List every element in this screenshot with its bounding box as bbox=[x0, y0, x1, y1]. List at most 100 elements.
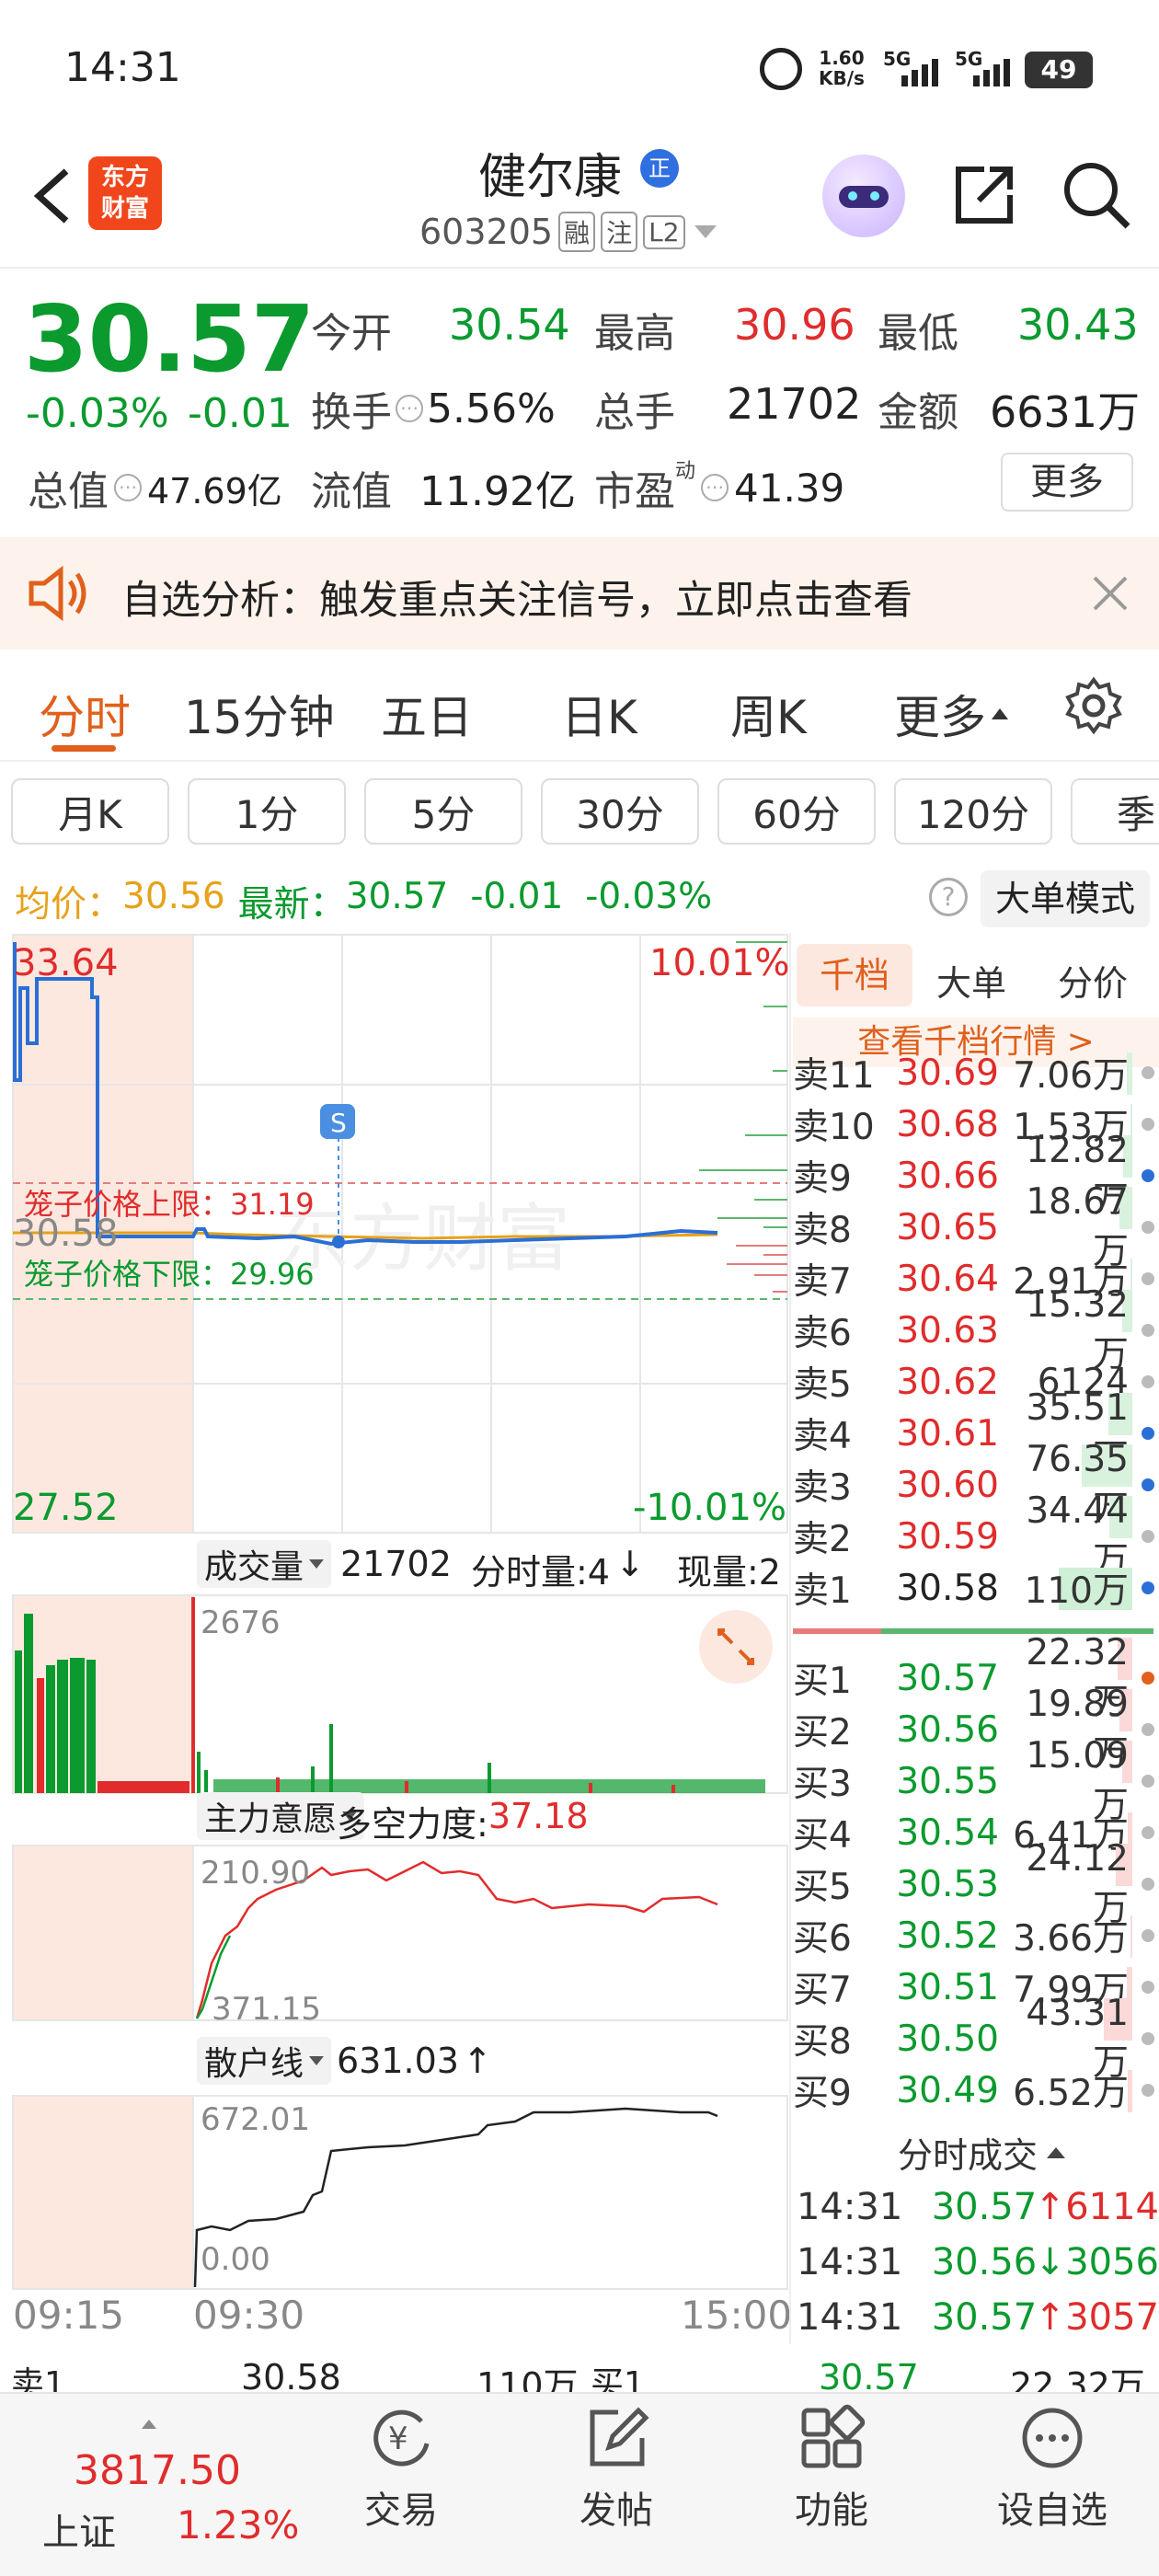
volume-label: 总手 bbox=[594, 389, 675, 436]
change-pct: -0.03% bbox=[26, 390, 169, 437]
high-value: 30.96 bbox=[734, 300, 855, 350]
ask-price: 30.60 bbox=[896, 1464, 999, 1506]
bid-row[interactable]: 买8 30.50 43.31万 bbox=[793, 1993, 1159, 2084]
ticks-title: 分时成交 bbox=[898, 2135, 1039, 2176]
mcap-row: 总值 ⋯ 47.69亿 bbox=[28, 458, 282, 517]
nav-post[interactable]: 发帖 bbox=[524, 2401, 708, 2534]
ask-level-label: 卖7 bbox=[793, 1261, 852, 1303]
order-marker-dot bbox=[1142, 1581, 1154, 1594]
turnover-row: 换手 ⋯ 5.56% bbox=[311, 379, 556, 438]
volume-total: 21702 bbox=[340, 1544, 452, 1584]
ask-row[interactable]: 卖2 30.59 34.44万 bbox=[793, 1490, 1159, 1581]
retail-value: 631.03 bbox=[337, 2041, 459, 2081]
ask-volume: 7.06万 bbox=[999, 1047, 1132, 1098]
float-value: 11.92亿 bbox=[419, 468, 576, 515]
subtab-1min[interactable]: 1分 bbox=[188, 778, 346, 845]
stock-name: 健尔康 bbox=[478, 150, 623, 205]
tag-registered: 注 bbox=[601, 212, 638, 252]
low-value: 30.43 bbox=[1017, 300, 1139, 350]
close-icon[interactable] bbox=[1087, 570, 1133, 616]
long-short-label: 多空力度: bbox=[337, 1804, 488, 1845]
intraday-chart[interactable]: 东方财富 S bbox=[0, 933, 791, 2294]
nav-trade-label: 交易 bbox=[364, 2490, 438, 2532]
subtab-monthly-k[interactable]: 月K bbox=[11, 778, 169, 845]
tag-l2: L2 bbox=[643, 214, 685, 249]
subtab-120min[interactable]: 120分 bbox=[894, 778, 1052, 845]
tab-15min[interactable]: 15分钟 bbox=[184, 681, 335, 747]
current-volume: 现量:2 bbox=[677, 1544, 791, 1594]
tab-intraday[interactable]: 分时 bbox=[39, 681, 131, 747]
ask-level-label: 卖1 bbox=[793, 1570, 852, 1612]
ask-row[interactable]: 卖1 30.58 110万 bbox=[793, 1562, 1159, 1614]
search-icon[interactable] bbox=[1060, 158, 1133, 232]
subtab-60min[interactable]: 60分 bbox=[717, 778, 876, 845]
latest-change-pct: -0.03% bbox=[585, 876, 713, 917]
tick-volume-arrow: ↓ bbox=[614, 1544, 645, 1584]
more-button[interactable]: 更多 bbox=[1001, 453, 1133, 512]
subtab-quarterly[interactable]: 季 bbox=[1071, 778, 1159, 845]
divider bbox=[0, 267, 1159, 269]
robot-assistant-icon[interactable] bbox=[822, 155, 905, 237]
time-end: 15:00 bbox=[681, 2293, 793, 2338]
orderbook-tab-large[interactable]: 大单 bbox=[936, 955, 1006, 1006]
chart-bottom-price: 27.52 bbox=[13, 1487, 119, 1529]
bid-price: 30.57 bbox=[896, 1657, 999, 1699]
bid-row[interactable]: 买3 30.55 15.09万 bbox=[793, 1735, 1159, 1826]
bid-volume-text: 6.52万 bbox=[1013, 2073, 1129, 2114]
alert-text[interactable]: 自选分析：触发重点关注信号，立即点击查看 bbox=[121, 569, 912, 626]
help-icon[interactable]: ? bbox=[929, 878, 968, 916]
tab-more[interactable]: 更多 bbox=[894, 681, 1008, 747]
tab-5day[interactable]: 五日 bbox=[381, 681, 473, 747]
bid-price: 30.53 bbox=[896, 1863, 999, 1905]
chevron-up-icon bbox=[142, 2420, 156, 2429]
orderbook-tab-price[interactable]: 分价 bbox=[1058, 955, 1128, 1006]
retail-line-select[interactable]: 散户线 bbox=[197, 2037, 332, 2085]
ask-row[interactable]: 卖11 30.69 7.06万 bbox=[793, 1047, 1159, 1098]
order-marker-dot bbox=[1142, 2032, 1154, 2045]
stock-code-row[interactable]: 603205 融 注 L2 bbox=[419, 208, 717, 256]
ask-price: 30.62 bbox=[896, 1361, 999, 1403]
divider bbox=[0, 760, 1159, 762]
speed-unit: KB/s bbox=[819, 67, 865, 89]
order-marker-dot bbox=[1142, 1530, 1154, 1543]
premarket-shade bbox=[13, 2096, 193, 2289]
retail-line-label: 散户线 bbox=[204, 2045, 304, 2083]
large-order-mode-button[interactable]: 大单模式 bbox=[981, 870, 1150, 927]
index-ticker[interactable]: 3817.50 上证 1.23% bbox=[28, 2420, 322, 2558]
order-marker-dot bbox=[1142, 1723, 1154, 1736]
subtab-5min[interactable]: 5分 bbox=[364, 778, 522, 845]
bid-row[interactable]: 买6 30.52 3.66万 bbox=[793, 1910, 1159, 1961]
volume-bar bbox=[1130, 1915, 1132, 1958]
nav-trade[interactable]: ¥ 交易 bbox=[309, 2401, 493, 2534]
bid-level-label: 买2 bbox=[793, 1712, 852, 1754]
volume-indicator-label: 成交量 bbox=[204, 1548, 304, 1586]
ask-row[interactable]: 卖8 30.65 18.67万 bbox=[793, 1181, 1159, 1272]
back-icon[interactable] bbox=[28, 164, 83, 228]
nav-functions[interactable]: 功能 bbox=[740, 2401, 924, 2534]
ask-volume: 110万 bbox=[999, 1562, 1132, 1614]
bid-level-label: 买4 bbox=[793, 1815, 852, 1857]
tab-daily-k[interactable]: 日K bbox=[561, 681, 637, 747]
bid-price: 30.56 bbox=[896, 1708, 999, 1751]
settings-gear-icon[interactable] bbox=[1063, 675, 1124, 736]
tick-time: 14:31 bbox=[797, 2241, 903, 2283]
time-start: 09:15 bbox=[13, 2293, 125, 2338]
tab-weekly-k[interactable]: 周K bbox=[730, 681, 807, 747]
turnover-value: 5.56% bbox=[427, 385, 556, 432]
tab-more-label: 更多 bbox=[894, 691, 986, 744]
ticks-title-row[interactable]: 分时成交 bbox=[898, 2127, 1066, 2178]
bid-row[interactable]: 买5 30.53 24.12万 bbox=[793, 1838, 1159, 1929]
nav-add-watchlist[interactable]: 设自选 bbox=[960, 2401, 1144, 2534]
logo-line2: 财富 bbox=[100, 195, 149, 223]
share-icon[interactable] bbox=[947, 158, 1021, 232]
retail-min: 0.00 bbox=[201, 2241, 270, 2278]
bid-row[interactable]: 买9 30.49 6.52万 bbox=[793, 2064, 1159, 2116]
expand-icon[interactable] bbox=[699, 1610, 773, 1684]
ask-price: 30.58 bbox=[896, 1567, 999, 1609]
ask-row[interactable]: 卖6 30.63 15.32万 bbox=[793, 1284, 1159, 1375]
low-label: 最低 bbox=[878, 310, 958, 357]
index-pct: 1.23% bbox=[177, 2502, 300, 2547]
subtab-30min[interactable]: 30分 bbox=[541, 778, 699, 845]
volume-indicator-select[interactable]: 成交量 bbox=[197, 1540, 332, 1588]
orderbook-tab-depth[interactable]: 千档 bbox=[797, 944, 912, 1006]
